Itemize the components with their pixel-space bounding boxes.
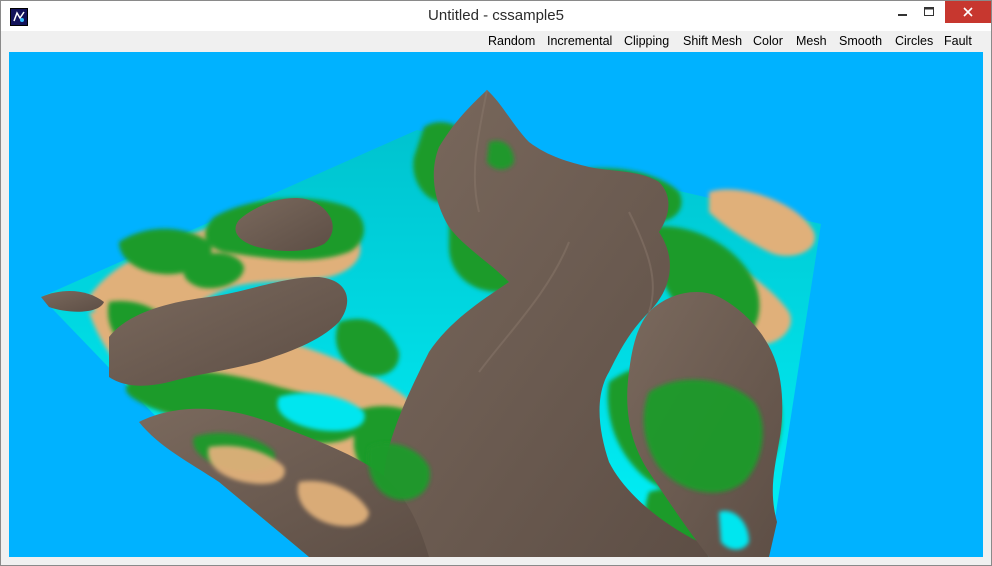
menu-fault[interactable]: Fault — [944, 34, 972, 48]
menu-incremental[interactable]: Incremental — [547, 34, 612, 48]
maximize-button[interactable] — [914, 1, 944, 23]
minimize-icon — [898, 14, 907, 16]
menu-clipping[interactable]: Clipping — [624, 34, 669, 48]
menu-smooth[interactable]: Smooth — [839, 34, 882, 48]
terrain-scene — [9, 52, 983, 557]
render-viewport[interactable] — [9, 52, 983, 557]
title-bar[interactable]: Untitled - cssample5 — [1, 1, 991, 31]
maximize-icon — [924, 7, 934, 16]
close-icon — [963, 7, 973, 17]
menu-random[interactable]: Random — [488, 34, 535, 48]
close-button[interactable] — [945, 1, 991, 23]
window-title: Untitled - cssample5 — [428, 7, 564, 24]
app-window: Untitled - cssample5 Random Incremental … — [0, 0, 992, 566]
menu-color[interactable]: Color — [753, 34, 783, 48]
menu-shift-mesh[interactable]: Shift Mesh — [683, 34, 742, 48]
menu-bar: Random Incremental Clipping Shift Mesh C… — [9, 31, 983, 51]
menu-mesh[interactable]: Mesh — [796, 34, 827, 48]
menu-circles[interactable]: Circles — [895, 34, 933, 48]
